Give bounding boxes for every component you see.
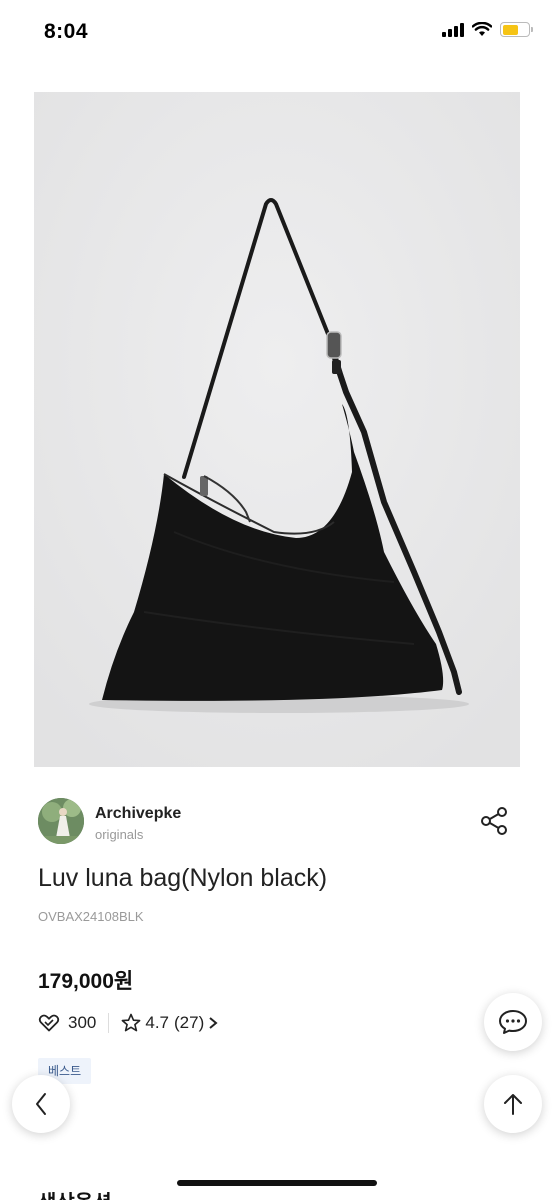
product-image[interactable] xyxy=(34,92,520,767)
product-price: 179,000원 xyxy=(38,970,134,993)
chevron-right-icon[interactable] xyxy=(208,1016,218,1030)
status-time: 8:04 xyxy=(44,20,89,43)
product-title: Luv luna bag(Nylon black) xyxy=(38,864,328,892)
share-icon[interactable] xyxy=(478,805,510,837)
battery-icon xyxy=(500,22,533,37)
brand-name[interactable]: Archivepke xyxy=(95,805,181,823)
arrow-up-icon xyxy=(504,1094,522,1115)
chevron-left-icon xyxy=(36,1093,46,1115)
brand-row: Archivepke originals xyxy=(38,798,518,846)
heart-icon[interactable] xyxy=(38,1014,60,1032)
chat-button[interactable] xyxy=(484,993,542,1051)
color-option-heading: 색상옵션 xyxy=(38,1186,112,1200)
signal-icon xyxy=(442,22,464,37)
meta-row: 300 4.7 (27) xyxy=(38,1011,218,1035)
status-icons xyxy=(442,22,533,37)
star-icon xyxy=(121,1013,141,1032)
chat-bubble-icon xyxy=(499,1010,527,1034)
like-count: 300 xyxy=(68,1013,97,1032)
divider xyxy=(108,1013,110,1033)
wifi-icon xyxy=(472,22,492,36)
product-code: OVBAX24108BLK xyxy=(38,909,144,924)
avatar[interactable] xyxy=(38,798,84,844)
home-indicator xyxy=(177,1180,377,1186)
brand-subtitle: originals xyxy=(95,827,144,842)
review-count[interactable]: (27) xyxy=(174,1013,204,1033)
status-bar: 8:04 xyxy=(0,0,554,66)
back-button[interactable] xyxy=(12,1075,70,1133)
product-photo-black-shoulder-bag xyxy=(34,92,520,767)
rating-value[interactable]: 4.7 xyxy=(145,1013,169,1033)
avatar-image xyxy=(38,798,84,844)
scroll-top-button[interactable] xyxy=(484,1075,542,1133)
